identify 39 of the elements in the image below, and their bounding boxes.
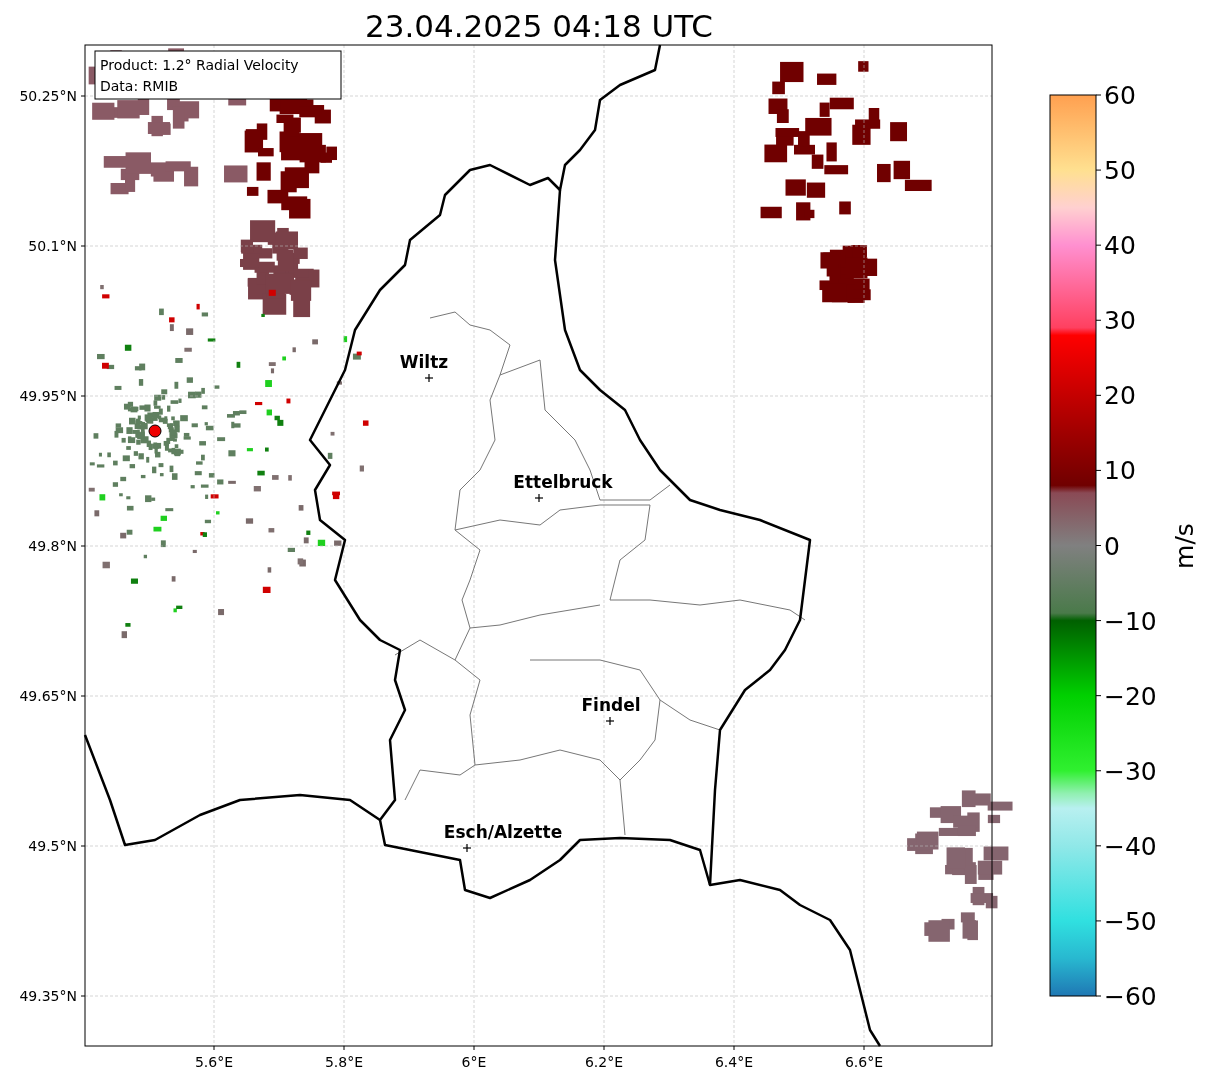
colorbar-tick-label: 60	[1104, 81, 1136, 110]
axis-tick-label: 49.5°N	[28, 838, 77, 854]
colorbar-tick-label: 30	[1104, 306, 1136, 336]
axis-tick-label: 5.8°E	[324, 1054, 364, 1070]
colorbar-label: m/s	[1170, 523, 1199, 569]
colorbar-tick-label: −10	[1104, 606, 1157, 636]
axis-tick-label: 49.65°N	[19, 688, 77, 704]
info-text: Product: 1.2° Radial Velocity	[100, 57, 299, 73]
info-text: Data: RMIB	[100, 78, 179, 94]
colorbar-tick-label: 10	[1104, 456, 1136, 486]
axis-tick-label: 6.6°E	[844, 1054, 884, 1070]
axis-tick-label: 5.6°E	[194, 1054, 234, 1070]
cross-marker-icon	[605, 716, 615, 726]
colorbar-tick-label: −50	[1104, 906, 1157, 936]
axis-tick-label: 49.95°N	[19, 388, 77, 404]
axis-tick-label: 6°E	[461, 1054, 487, 1070]
radar-site-marker-icon	[148, 424, 162, 438]
colorbar-tick-label: −60	[1104, 982, 1157, 1011]
map-title: 23.04.2025 04:18 UTC	[365, 8, 713, 44]
city-label: Findel	[581, 695, 641, 715]
axis-tick-label: 50.1°N	[28, 238, 77, 254]
colorbar-tick-label: −40	[1104, 831, 1157, 861]
colorbar-tick-label: 40	[1104, 231, 1136, 261]
city-label: Wiltz	[399, 352, 449, 372]
axis-tick-label: 6.2°E	[584, 1054, 624, 1070]
cross-marker-icon	[424, 373, 434, 383]
colorbar-tick-label: 50	[1104, 156, 1136, 186]
city-label: Esch/Alzette	[443, 822, 563, 842]
colorbar-tick-label: 20	[1104, 381, 1136, 411]
axis-tick-label: 49.35°N	[19, 988, 77, 1004]
colorbar-tick-label: −20	[1104, 681, 1157, 711]
axis-tick-label: 6.4°E	[714, 1054, 754, 1070]
cross-marker-icon	[462, 843, 472, 853]
axis-tick-label: 50.25°N	[19, 88, 77, 104]
cross-marker-icon	[534, 493, 544, 503]
colorbar-tick-label: 0	[1104, 531, 1120, 561]
axis-tick-label: 49.8°N	[28, 538, 77, 554]
city-label: Ettelbruck	[513, 472, 613, 492]
colorbar-tick-label: −30	[1104, 756, 1157, 786]
